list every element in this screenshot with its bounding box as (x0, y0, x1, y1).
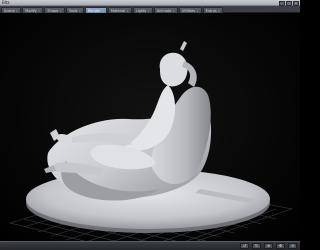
orbit-button[interactable]: ⟲ (288, 243, 297, 249)
pan-icon: ✥ (278, 243, 283, 248)
3d-viewport[interactable] (0, 13, 300, 241)
tool-tab-bar: Scene × Modify × Shape × Tools × Render × Mat… (0, 6, 300, 13)
redo-icon: ↻ (254, 243, 259, 248)
orbit-icon: ⟲ (290, 243, 295, 248)
maximize-button[interactable]: □ (286, 0, 292, 6)
window-title: Bltz (2, 0, 10, 5)
undo-button[interactable]: ↺ (240, 243, 249, 249)
pan-button[interactable]: ✥ (276, 243, 285, 249)
minimize-button[interactable]: – (279, 0, 285, 6)
zoom-icon: ⊕ (266, 243, 271, 248)
status-bar: ↺ ↻ ⊕ ✥ ⟲ (0, 241, 300, 250)
zoom-button[interactable]: ⊕ (264, 243, 273, 249)
close-button[interactable]: × (293, 0, 299, 6)
redo-button[interactable]: ↻ (252, 243, 261, 249)
undo-icon: ↺ (242, 243, 247, 248)
viewport-canvas[interactable] (0, 13, 300, 241)
